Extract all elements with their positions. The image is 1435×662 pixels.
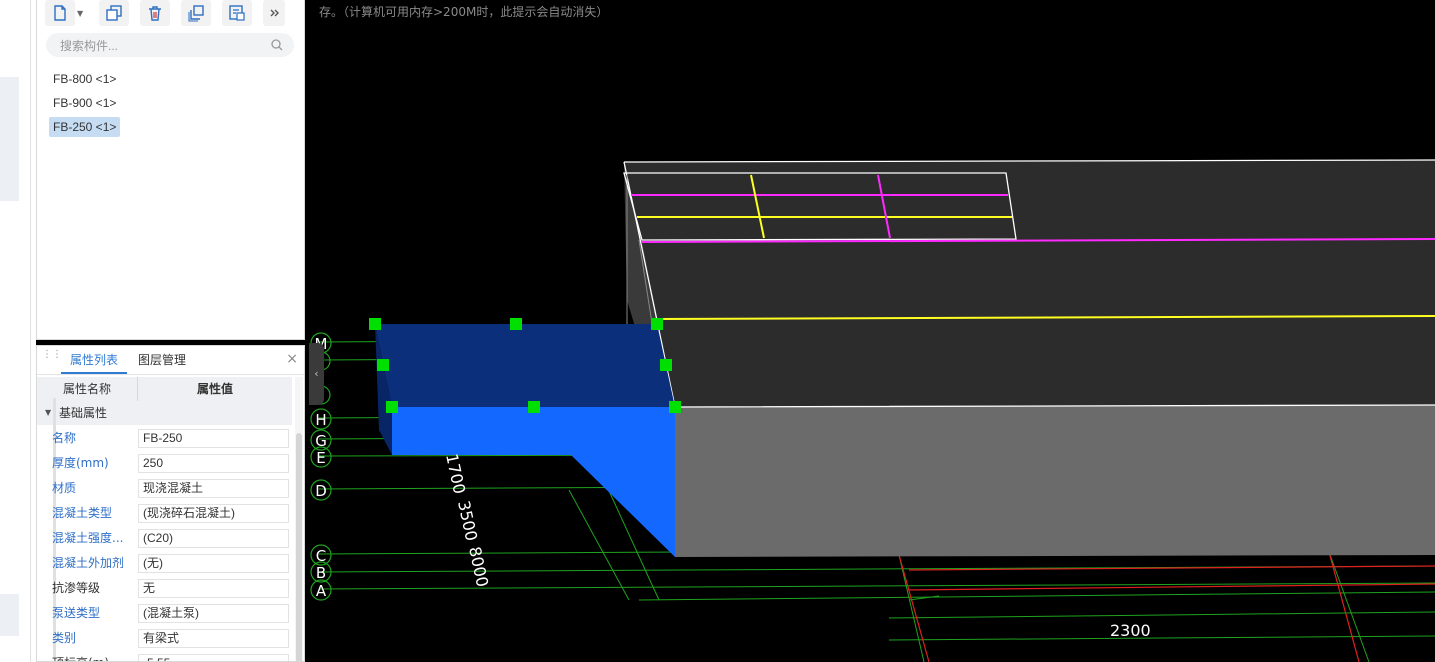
component-item-fb-800[interactable]: FB-800 <1> [49,69,120,89]
dock-tab-block[interactable] [0,77,19,201]
delete-icon [149,6,161,21]
tab-layer-management[interactable]: 图层管理 [129,346,195,374]
group-basic-properties[interactable]: ▼ 基础属性 [37,401,292,425]
more-icon [270,9,279,17]
scrollbar-thumb[interactable] [296,433,302,661]
property-row: 类别 有梁式 [37,626,292,651]
grip-handle [377,359,389,371]
property-row: 抗渗等级 无 [37,576,292,601]
grip-handle [651,318,663,330]
axis-label: B [316,564,326,582]
collapse-panel-button[interactable]: ‹ [309,343,324,405]
collapse-triangle-icon[interactable]: ▼ [45,401,51,425]
layer-copy-icon [229,5,245,21]
duplicate-layer-button[interactable] [181,0,211,26]
tab-property-list[interactable]: 属性列表 [61,346,128,374]
property-row: 材质 现浇混凝土 [37,476,292,501]
axis-label: A [316,582,327,600]
property-row: 名称 FB-250 [37,426,292,451]
3d-viewport[interactable]: M H G E D C B A [309,0,1435,662]
dimension-text: 2300 [1110,621,1151,640]
search-input[interactable] [58,37,262,55]
more-button[interactable] [263,0,285,26]
duplicate-icon [188,5,204,22]
property-value-field[interactable]: -5.55 [138,654,289,661]
property-row: 泵送类型 (混凝土泵) [37,601,292,626]
drag-handle-icon[interactable]: ⋮⋮ [42,350,62,368]
property-name: 厚度(mm) [52,456,109,470]
property-row: 厚度(mm) 250 [37,451,292,476]
property-name: 名称 [52,431,77,445]
component-item-fb-250[interactable]: FB-250 <1> [49,117,121,137]
memory-hint-text: 存。（计算机可用内存>200M时，此提示会自动消失） [319,5,609,19]
group-label: 基础属性 [59,406,108,420]
properties-tabs: ⋮⋮ 属性列表 图层管理 × [37,346,304,375]
property-name: 抗渗等级 [52,581,101,595]
left-dock-strip [0,0,36,662]
property-value-field[interactable]: 250 [138,454,289,473]
property-value-field[interactable]: (现浇碎石混凝土) [138,504,289,523]
grip-handle [510,318,522,330]
grip-handle [660,359,672,371]
component-search [46,33,294,57]
component-toolbar: ▼ [45,0,285,26]
property-value-field[interactable]: 有梁式 [138,629,289,648]
grip-handle [386,401,398,413]
copy-component-button[interactable] [99,0,129,26]
close-icon[interactable]: × [286,351,298,367]
property-value-field[interactable]: 无 [138,579,289,598]
property-name: 材质 [52,481,77,495]
property-row: 混凝土类型 (现浇碎石混凝土) [37,501,292,526]
property-name: 混凝土外加剂 [52,556,125,570]
property-name: 混凝土类型 [52,506,113,520]
foundation-slab[interactable] [623,159,1435,557]
component-item-fb-900[interactable]: FB-900 <1> [49,93,120,113]
property-name: 类别 [52,631,77,645]
axis-label: H [315,411,326,429]
delete-component-button[interactable] [140,0,170,26]
property-value-field[interactable]: (混凝土泵) [138,604,289,623]
property-value-field[interactable]: 现浇混凝土 [138,479,289,498]
grip-handle [528,401,540,413]
property-table-header: 属性名称 属性值 [37,377,292,402]
search-icon[interactable] [270,38,284,52]
property-name: 顶标高(m) [52,651,137,661]
component-list-panel: ▼ FB-800 <1> FB-900 <1> FB-250 <1> [36,0,305,340]
property-row: 混凝土强度... (C20) [37,526,292,551]
chevron-down-icon[interactable]: ▼ [77,9,87,18]
property-row: 混凝土外加剂 (无) [37,551,292,576]
property-name: 泵送类型 [52,606,101,620]
property-value-field[interactable]: (C20) [138,529,289,548]
layer-copy-button[interactable] [222,0,252,26]
dock-separator [30,0,31,662]
dock-tab-block-lower[interactable] [0,594,19,636]
copy-icon [106,5,122,21]
property-value-field[interactable]: FB-250 [138,429,289,448]
grip-handle [669,401,681,413]
new-component-icon [54,5,66,21]
property-value-field[interactable]: (无) [138,554,289,573]
properties-scrollbar[interactable] [295,377,303,661]
axis-label: E [316,449,325,467]
property-name: 混凝土强度... [52,531,124,545]
property-row: 顶标高(m) -5.55 [37,651,292,661]
column-header-value: 属性值 [196,382,233,396]
grip-handle [369,318,381,330]
new-component-button[interactable] [45,0,75,26]
properties-panel: ⋮⋮ 属性列表 图层管理 × 属性名称 属性值 ▼ 基础属性 名称 FB-250… [36,345,305,662]
axis-label: D [315,482,327,500]
